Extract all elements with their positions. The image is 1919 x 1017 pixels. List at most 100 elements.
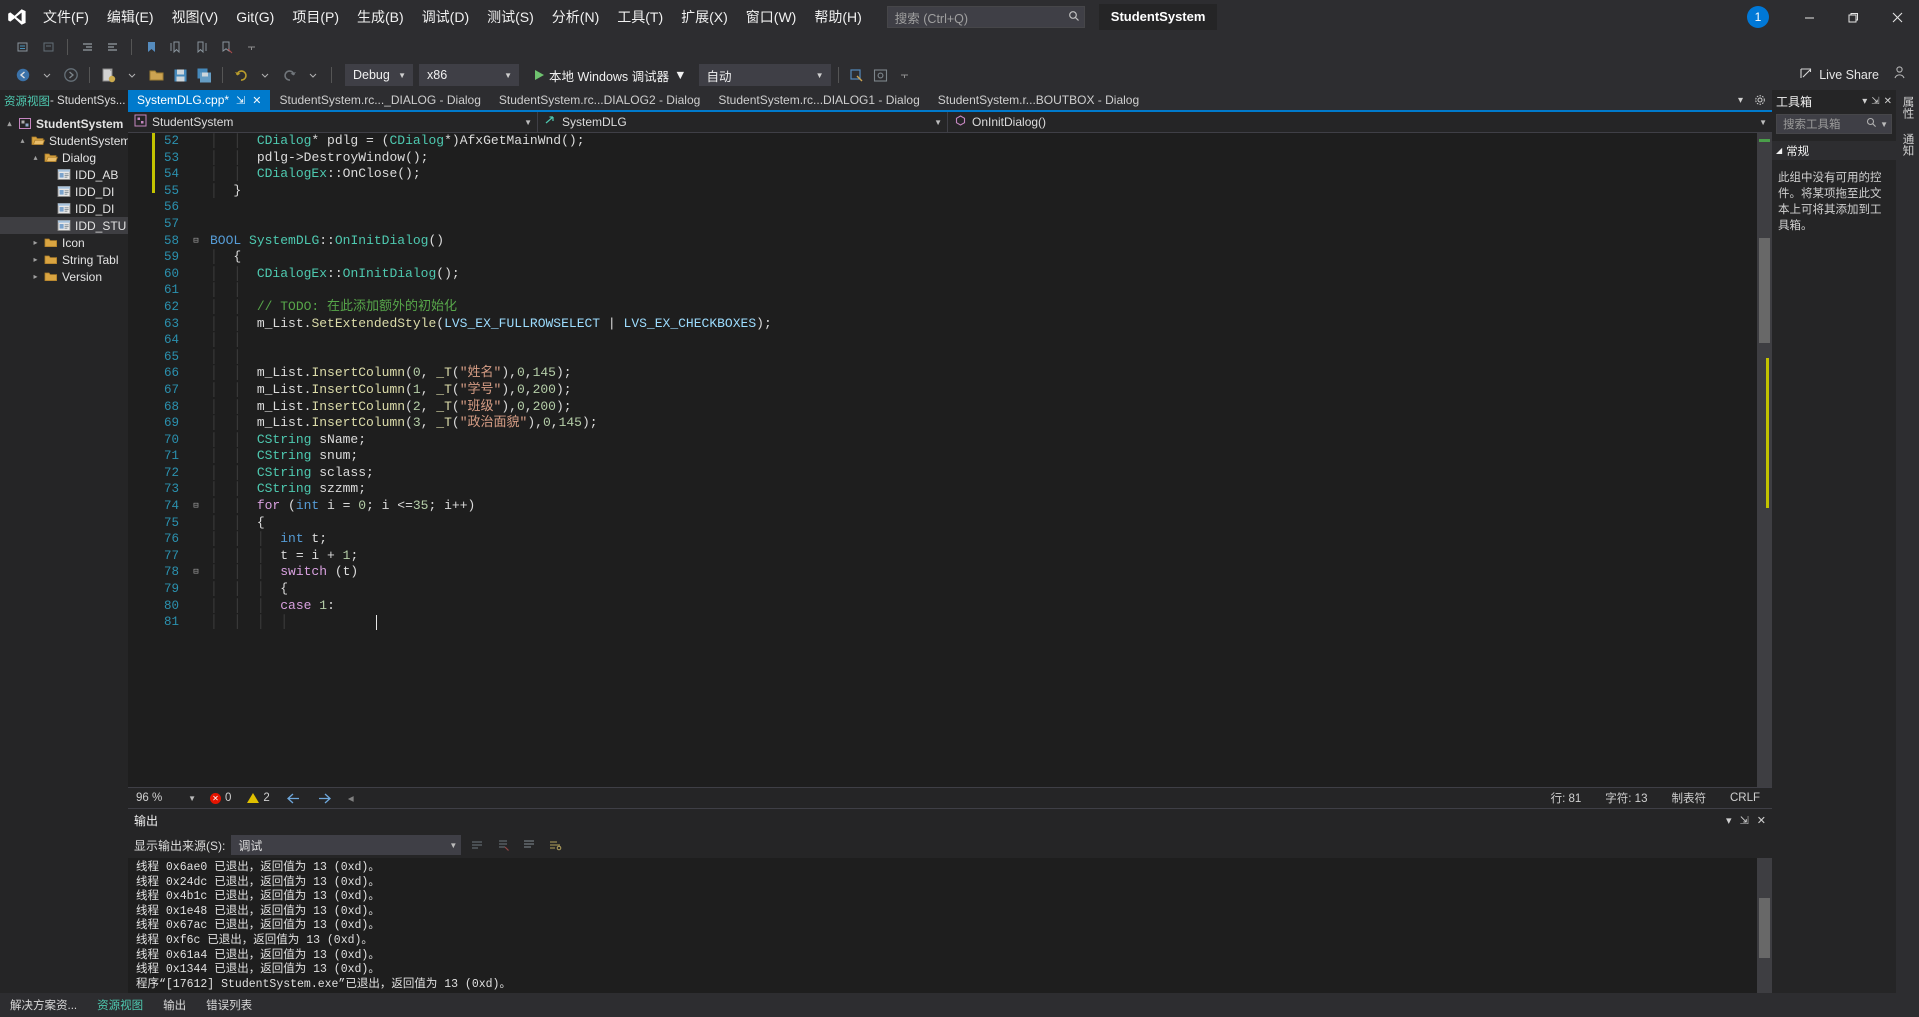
- status-tab-1[interactable]: 解决方案资...: [0, 993, 87, 1017]
- status-tab-3[interactable]: 输出: [153, 993, 196, 1017]
- fold-collapse-icon[interactable]: ⊟: [188, 564, 204, 581]
- chevron-expanded-icon[interactable]: ▴: [17, 136, 28, 145]
- menu-item-view[interactable]: 视图(V): [163, 4, 228, 30]
- resource-tree[interactable]: ▴StudentSystem▴StudentSystem▴DialogIDD_A…: [0, 112, 128, 993]
- menu-item-tools[interactable]: 工具(T): [608, 4, 672, 30]
- menu-item-git[interactable]: Git(G): [227, 4, 283, 30]
- editor-tab-1[interactable]: SystemDLG.cpp*⇲✕: [128, 90, 270, 110]
- chevron-collapsed-icon[interactable]: ▸: [30, 255, 41, 264]
- clear-bookmarks-icon[interactable]: [215, 36, 237, 58]
- menu-item-window[interactable]: 窗口(W): [737, 4, 806, 30]
- decrease-indent-icon[interactable]: [101, 36, 123, 58]
- code-line[interactable]: 65│ │: [128, 349, 1757, 366]
- menu-item-edit[interactable]: 编辑(E): [98, 4, 163, 30]
- output-find-message-icon[interactable]: [467, 835, 487, 855]
- tree-item-studentsystem[interactable]: ▴StudentSystem: [0, 132, 128, 149]
- menu-item-project[interactable]: 项目(P): [283, 4, 348, 30]
- comment-selection-icon[interactable]: [12, 36, 34, 58]
- zoom-level-combo[interactable]: 96 % ▼: [128, 792, 202, 804]
- code-line[interactable]: 71│ │ CString snum;: [128, 448, 1757, 465]
- code-line[interactable]: 52│ │ CDialog* pdlg = (CDialog*)AfxGetMa…: [128, 133, 1757, 150]
- editor-tab-5[interactable]: StudentSystem.r...BOUTBOX - Dialog: [929, 90, 1148, 110]
- chevron-down-icon-toolbox[interactable]: ▼: [1877, 120, 1888, 129]
- start-debugging-button[interactable]: 本地 Windows 调试器 ▼: [529, 64, 693, 86]
- navbar-class-combo[interactable]: SystemDLG ▼: [538, 112, 948, 133]
- toolbox-close-icon[interactable]: ✕: [1884, 96, 1892, 107]
- code-line[interactable]: 73│ │ CString szzmm;: [128, 481, 1757, 498]
- menu-item-build[interactable]: 生成(B): [348, 4, 413, 30]
- toolbox-dropdown-icon[interactable]: ▾: [1862, 96, 1867, 107]
- tree-item-version[interactable]: ▸Version: [0, 268, 128, 285]
- code-line[interactable]: 57: [128, 216, 1757, 233]
- next-bookmark-icon[interactable]: [190, 36, 212, 58]
- chevron-collapsed-icon[interactable]: ▸: [30, 272, 41, 281]
- status-tab-2[interactable]: 资源视图: [87, 993, 153, 1017]
- code-text[interactable]: 52│ │ CDialog* pdlg = (CDialog*)AfxGetMa…: [128, 133, 1757, 787]
- tree-item-idd-di[interactable]: IDD_DI: [0, 183, 128, 200]
- chevron-expanded-icon[interactable]: ▴: [4, 119, 15, 128]
- output-close-icon[interactable]: ✕: [1757, 814, 1766, 827]
- open-file-icon[interactable]: [145, 64, 167, 86]
- tree-item-dialog[interactable]: ▴Dialog: [0, 149, 128, 166]
- active-files-dropdown-icon[interactable]: ▾: [1732, 90, 1749, 110]
- toolbar-overflow-icon[interactable]: [240, 36, 262, 58]
- tab-close-icon[interactable]: ✕: [252, 94, 261, 107]
- menu-item-file[interactable]: 文件(F): [34, 4, 98, 30]
- restore-button[interactable]: [1831, 0, 1875, 34]
- code-editor[interactable]: 52│ │ CDialog* pdlg = (CDialog*)AfxGetMa…: [128, 133, 1757, 787]
- save-all-icon[interactable]: [193, 64, 215, 86]
- output-settings-icon[interactable]: [545, 835, 565, 855]
- code-line[interactable]: 53│ │ pdlg->DestroyWindow();: [128, 150, 1757, 167]
- code-line[interactable]: 72│ │ CString sclass;: [128, 465, 1757, 482]
- output-vertical-scrollbar[interactable]: [1757, 858, 1772, 993]
- tree-item-string-tabl[interactable]: ▸String Tabl: [0, 251, 128, 268]
- auto-target-combo[interactable]: 自动 ▼: [699, 64, 831, 86]
- feedback-person-icon[interactable]: [1892, 65, 1907, 85]
- code-line[interactable]: 59│ {: [128, 249, 1757, 266]
- tree-item-idd-stu[interactable]: IDD_STU: [0, 217, 128, 234]
- code-line[interactable]: 61│ │: [128, 282, 1757, 299]
- tree-item-idd-ab[interactable]: IDD_AB: [0, 166, 128, 183]
- vtab-notifications[interactable]: 通知: [1900, 133, 1916, 156]
- fold-collapse-icon[interactable]: ⊟: [188, 233, 204, 250]
- previous-bookmark-icon[interactable]: [165, 36, 187, 58]
- output-dropdown-icon[interactable]: ▾: [1726, 814, 1732, 827]
- output-source-combo[interactable]: 调试 ▼: [231, 835, 461, 855]
- code-line[interactable]: 76│ │ │ int t;: [128, 531, 1757, 548]
- tab-pin-icon[interactable]: ⇲: [236, 94, 245, 107]
- code-line[interactable]: 81│ │ │ │: [128, 614, 1757, 631]
- code-line[interactable]: 74⊟│ │ for (int i = 0; i <=35; i++): [128, 498, 1757, 515]
- redo-icon[interactable]: [278, 64, 300, 86]
- tab-settings-gear-icon[interactable]: [1751, 90, 1768, 110]
- toolbox-search-input[interactable]: 搜索工具箱 ▼: [1776, 114, 1892, 134]
- output-text-area[interactable]: 线程 0x6ae0 已退出，返回值为 13 (0xd)。线程 0x24dc 已退…: [128, 858, 1772, 993]
- new-project-icon[interactable]: [97, 64, 119, 86]
- code-line[interactable]: 67│ │ m_List.InsertColumn(1, _T("学号"),0,…: [128, 382, 1757, 399]
- undo-icon[interactable]: [230, 64, 252, 86]
- warning-count-item[interactable]: 2: [239, 792, 277, 804]
- menu-item-debug[interactable]: 调试(D): [413, 4, 478, 30]
- live-share-button[interactable]: Live Share: [1799, 66, 1879, 84]
- navigate-backward-icon[interactable]: [12, 64, 34, 86]
- preview-changes-icon[interactable]: [870, 64, 892, 86]
- solution-configuration-combo[interactable]: Debug ▼: [345, 64, 413, 86]
- code-line[interactable]: 69│ │ m_List.InsertColumn(3, _T("政治面貌"),…: [128, 415, 1757, 432]
- editor-tab-2[interactable]: StudentSystem.rc..._DIALOG - Dialog: [270, 90, 489, 110]
- increase-indent-icon[interactable]: [76, 36, 98, 58]
- toolbox-group-general[interactable]: ◢ 常规: [1772, 141, 1896, 160]
- code-line[interactable]: 63│ │ m_List.SetExtendedStyle(LVS_EX_FUL…: [128, 316, 1757, 333]
- editor-tab-4[interactable]: StudentSystem.rc...DIALOG1 - Dialog: [709, 90, 928, 110]
- code-line[interactable]: 60│ │ CDialogEx::OnInitDialog();: [128, 266, 1757, 283]
- code-line[interactable]: 58⊟BOOL SystemDLG::OnInitDialog(): [128, 233, 1757, 250]
- code-line[interactable]: 75│ │ {: [128, 515, 1757, 532]
- code-line[interactable]: 56: [128, 199, 1757, 216]
- code-line[interactable]: 66│ │ m_List.InsertColumn(0, _T("姓名"),0,…: [128, 365, 1757, 382]
- navbar-project-combo[interactable]: StudentSystem ▼: [128, 112, 538, 133]
- navigate-backward-dropdown-icon[interactable]: [36, 64, 58, 86]
- quick-launch-search[interactable]: 搜索 (Ctrl+Q): [887, 6, 1085, 28]
- output-pin-icon[interactable]: ⇲: [1740, 814, 1749, 827]
- navigate-forward-icon[interactable]: [60, 64, 82, 86]
- navbar-member-combo[interactable]: OnInitDialog() ▼: [948, 112, 1772, 133]
- code-line[interactable]: 55│ }: [128, 183, 1757, 200]
- code-line[interactable]: 70│ │ CString sName;: [128, 432, 1757, 449]
